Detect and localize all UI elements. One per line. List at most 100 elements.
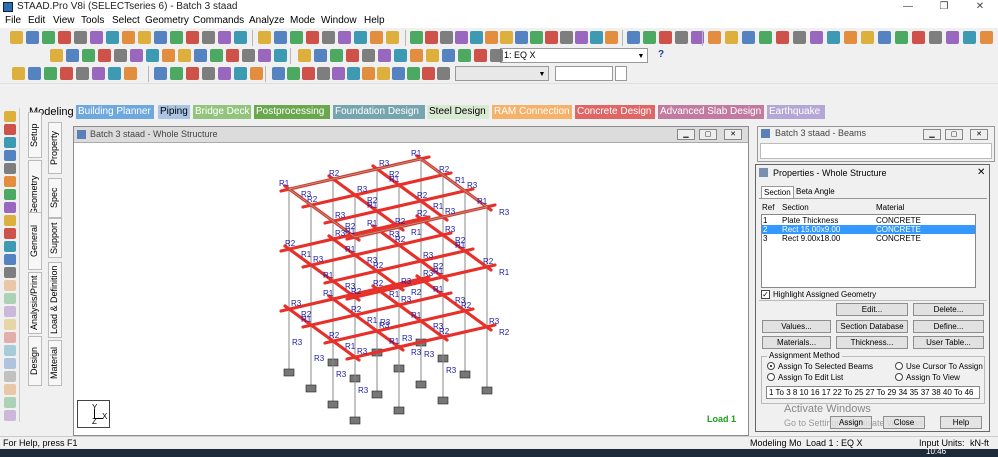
toolbar-tool-icon[interactable] [708,31,721,44]
side-tool-icon[interactable] [4,384,16,395]
toolbar-tool-icon[interactable] [490,49,503,62]
toolbar-tool-icon[interactable] [234,67,247,80]
side-tool-icon[interactable] [4,293,16,304]
toolbar-tool-icon[interactable] [442,49,455,62]
toolbar-tool-icon[interactable] [426,49,439,62]
toolbar-tool-icon[interactable] [178,49,191,62]
toolbar-tool-icon[interactable] [250,67,263,80]
assign-button[interactable]: Assign [830,416,872,429]
table-row[interactable]: 1 Plate Thickness CONCRETE [762,216,975,225]
toolbar-tool-icon[interactable] [530,31,543,44]
side-tool-icon[interactable] [4,241,16,252]
side-tool-icon[interactable] [4,189,16,200]
toolbar-tool-icon[interactable] [274,31,287,44]
toolbar-tool-icon[interactable] [186,67,199,80]
toolbar-tool-icon[interactable] [386,31,399,44]
toolbar-tool-icon[interactable] [474,49,487,62]
toolbar-tool-icon[interactable] [92,67,105,80]
dialog-close-icon[interactable]: ✕ [977,167,985,178]
mode-tab-steel-design[interactable]: Steel Design [427,105,489,119]
toolbar-tool-icon[interactable] [170,31,183,44]
toolbar-tool-icon[interactable] [776,31,789,44]
side-tool-icon[interactable] [4,371,16,382]
mode-tab-concrete-design[interactable]: Concrete Design [575,105,655,119]
side-tool-icon[interactable] [4,397,16,408]
toolbar-tool-icon[interactable] [793,31,806,44]
toolbar-tool-icon[interactable] [560,31,573,44]
toolbar-tool-icon[interactable] [98,49,111,62]
toolbar-tool-icon[interactable] [963,31,976,44]
toolbar-tool-icon[interactable] [437,67,450,80]
toolbar-tool-icon[interactable] [106,31,119,44]
menu-analyze[interactable]: Analyze [249,15,285,26]
toolbar-tool-icon[interactable] [272,67,285,80]
toolbar-tool-icon[interactable] [929,31,942,44]
toolbar-tool-icon[interactable] [362,49,375,62]
maximize-button[interactable]: ❐ [926,0,962,14]
side-tool-icon[interactable] [4,280,16,291]
toolbar-tool-icon[interactable] [314,49,327,62]
mode-tab-ram-connection[interactable]: RAM Connection [492,105,572,119]
toolbar-tool-icon[interactable] [425,31,438,44]
help-button[interactable]: Help [940,416,982,429]
menu-help[interactable]: Help [364,15,385,26]
side-tool-icon[interactable] [4,163,16,174]
toolbar-tool-icon[interactable] [861,31,874,44]
close-button[interactable]: ✕ [962,0,998,14]
edit-button[interactable]: Edit... [836,303,908,316]
toolbar-tool-icon[interactable] [258,31,271,44]
toolbar-tool-icon[interactable] [827,31,840,44]
side-tab-general[interactable]: General [28,212,42,270]
tab-section[interactable]: Section [761,186,794,198]
toolbar-tool-icon[interactable] [980,31,993,44]
toolbar-tool-icon[interactable] [60,67,73,80]
properties-dialog[interactable]: Properties - Whole Structure ✕ Section B… [755,164,990,432]
side-tool-icon[interactable] [4,176,16,187]
radio-edit-list[interactable] [767,373,775,381]
side-tool-icon[interactable] [4,358,16,369]
toolbar-tool-icon[interactable] [675,31,688,44]
help-icon[interactable]: ? [658,49,664,60]
mode-tab-postprocessing[interactable]: Postprocessing [254,105,330,119]
side-tool-icon[interactable] [4,215,16,226]
toolbar-tool-icon[interactable] [124,67,137,80]
toolbar-tool-icon[interactable] [912,31,925,44]
toolbar-tool-icon[interactable] [440,31,453,44]
mode-tab-earthquake[interactable]: Earthquake [767,105,825,119]
toolbar-tool-icon[interactable] [946,31,959,44]
delete-button[interactable]: Delete... [913,303,984,316]
toolbar-tool-icon[interactable] [377,67,390,80]
table-row[interactable]: 3 Rect 9.00x18.00 CONCRETE [762,234,975,243]
thickness-button[interactable]: Thickness... [836,336,908,349]
toolbar-tool-icon[interactable] [322,31,335,44]
toolbar-tool-icon[interactable] [258,49,271,62]
toolbar-tool-icon[interactable] [485,31,498,44]
beams-maximize-button[interactable]: ▢ [945,129,963,140]
mode-tab-advanced-slab-design[interactable]: Advanced Slab Design [658,105,764,119]
toolbar-tool-icon[interactable] [458,49,471,62]
toolbar-tool-icon[interactable] [28,67,41,80]
structure-minimize-button[interactable]: ▁ [677,129,695,140]
toolbar-tool-icon[interactable] [130,49,143,62]
toolbar-tool-icon[interactable] [82,49,95,62]
mode-tab-bridge-deck[interactable]: Bridge Deck [193,105,251,119]
toolbar-tool-icon[interactable] [338,31,351,44]
structure-maximize-button[interactable]: ▢ [699,129,717,140]
toolbar-tool-icon[interactable] [810,31,823,44]
toolbar-tool-icon[interactable] [317,67,330,80]
toolbar-tool-icon[interactable] [410,49,423,62]
toolbar-tool-icon[interactable] [108,67,121,80]
toolbar-tool-icon[interactable] [274,49,287,62]
toolbar-tool-icon[interactable] [410,31,423,44]
define-button[interactable]: Define... [913,320,984,333]
toolbar-tool-icon[interactable] [392,67,405,80]
toolbar-tool-icon[interactable] [725,31,738,44]
toolbar-tool-icon[interactable] [50,49,63,62]
beams-minimize-button[interactable]: ▁ [923,129,941,140]
load-case-combo[interactable]: 1: EQ X ▼ [500,48,648,63]
toolbar-tool-icon[interactable] [210,49,223,62]
side-subtab-spec[interactable]: Spec [48,178,62,218]
side-tool-icon[interactable] [4,228,16,239]
toolbar-tool-icon[interactable] [330,49,343,62]
toolbar-tool-icon[interactable] [590,31,603,44]
